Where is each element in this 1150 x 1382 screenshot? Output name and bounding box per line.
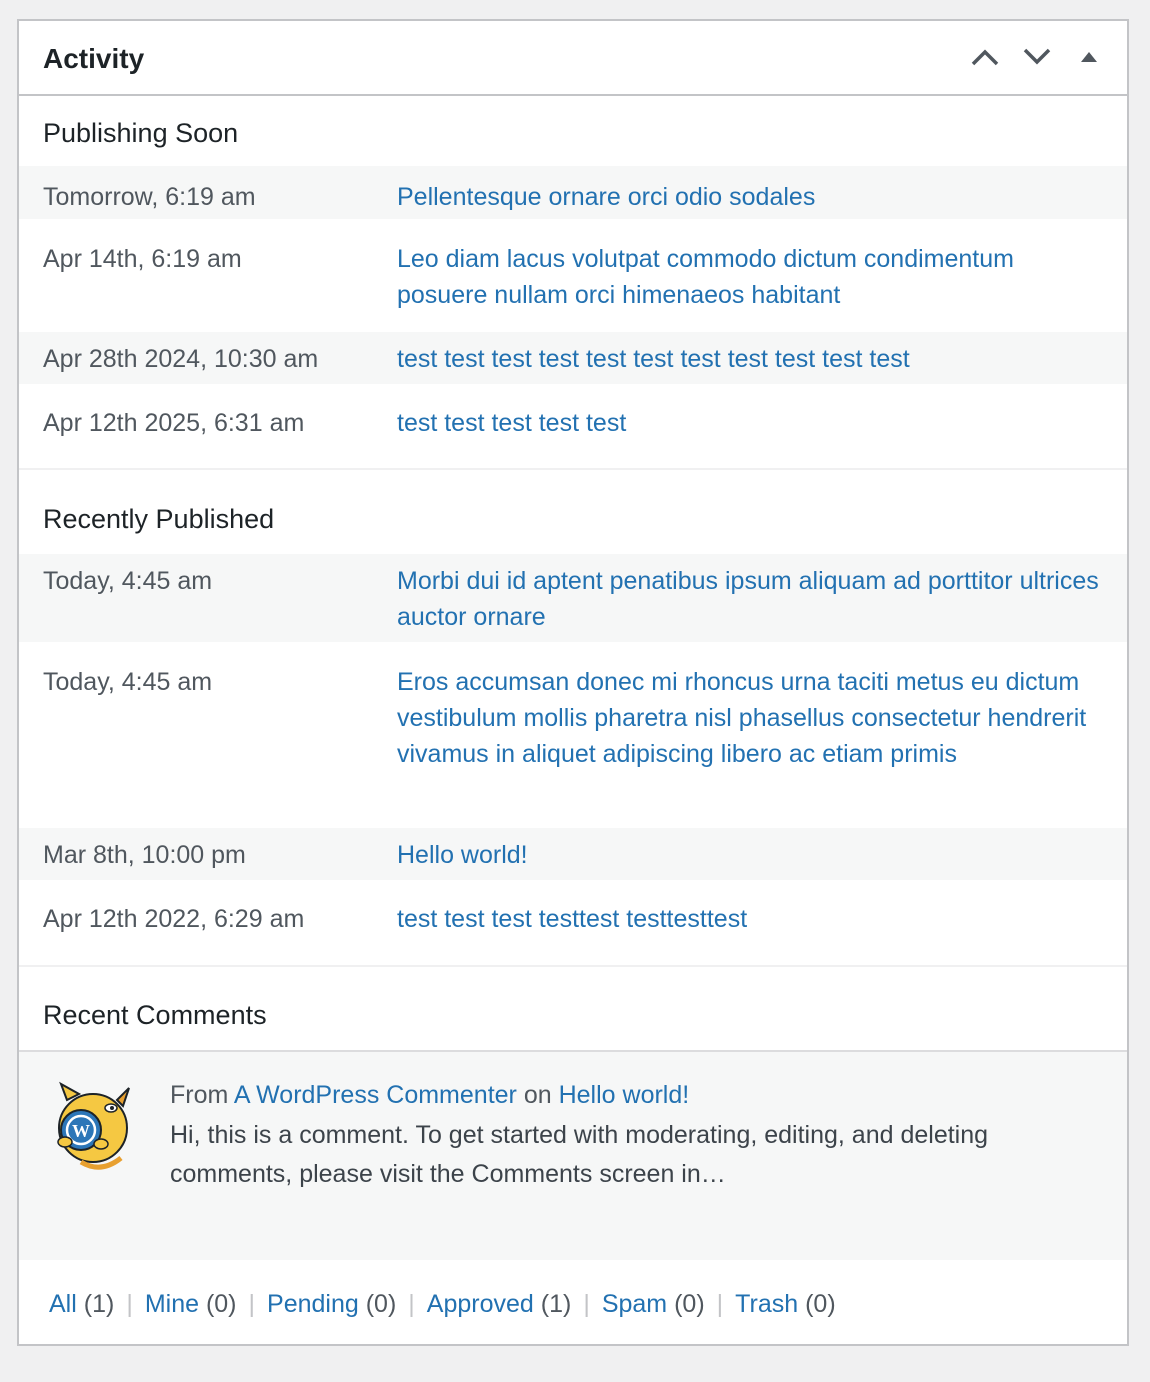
- list-item: Today, 4:45 am Eros accumsan donec mi rh…: [19, 642, 1127, 828]
- widget-actions: [959, 35, 1115, 79]
- list-item: Tomorrow, 6:19 am Pellentesque ornare or…: [19, 166, 1127, 219]
- post-title-link[interactable]: test test test test test: [397, 405, 1127, 468]
- comment-post-link[interactable]: Hello world!: [559, 1081, 690, 1109]
- post-date: Today, 4:45 am: [43, 668, 213, 696]
- recent-comments-section: Recent Comments W From A WordPress Comme…: [19, 967, 1127, 1260]
- post-date: Mar 8th, 10:00 pm: [43, 841, 246, 869]
- recently-published-section: Recently Published Today, 4:45 am Morbi …: [19, 470, 1127, 965]
- post-title-link[interactable]: Hello world!: [397, 837, 1127, 880]
- comment-author-link[interactable]: A WordPress Commenter: [234, 1081, 517, 1109]
- chevron-up-icon: [971, 49, 999, 66]
- recently-published-list: Today, 4:45 am Morbi dui id aptent penat…: [19, 554, 1127, 965]
- activity-widget: Activity Publishing Soon Tomorrow, 6:19 …: [17, 19, 1129, 1346]
- filter-count: (0): [674, 1290, 705, 1318]
- filter-pending-link[interactable]: Pending: [267, 1290, 359, 1318]
- list-item: Apr 14th, 6:19 am Leo diam lacus volutpa…: [19, 219, 1127, 332]
- filter-count: (1): [83, 1290, 115, 1318]
- section-title-recently-published: Recently Published: [43, 504, 275, 534]
- list-item: Apr 12th 2022, 6:29 am test test test te…: [19, 880, 1127, 965]
- svg-text:W: W: [72, 1121, 90, 1141]
- toggle-panel-button[interactable]: [1063, 35, 1115, 79]
- post-title-link[interactable]: Pellentesque ornare orci odio sodales: [397, 179, 1127, 219]
- separator: |: [248, 1290, 256, 1318]
- list-item: Today, 4:45 am Morbi dui id aptent penat…: [19, 554, 1127, 642]
- list-item: Mar 8th, 10:00 pm Hello world!: [19, 828, 1127, 880]
- separator: |: [583, 1290, 590, 1318]
- publishing-soon-section: Publishing Soon Tomorrow, 6:19 am Pellen…: [19, 96, 1127, 468]
- filter-count: (0): [205, 1290, 237, 1318]
- post-date: Apr 28th 2024, 10:30 am: [43, 345, 319, 373]
- filter-count: (0): [805, 1290, 836, 1318]
- filter-trash-link[interactable]: Trash: [735, 1290, 798, 1318]
- separator: |: [716, 1290, 724, 1318]
- list-item: Apr 28th 2024, 10:30 am test test test t…: [19, 332, 1127, 384]
- comment-item: W From A WordPress Commenter on Hello wo…: [19, 1050, 1127, 1260]
- avatar-icon: W: [57, 1081, 130, 1170]
- move-up-button[interactable]: [959, 35, 1011, 79]
- on-label: on: [523, 1081, 552, 1109]
- filter-approved-link[interactable]: Approved: [427, 1290, 534, 1318]
- section-title-recent-comments: Recent Comments: [43, 1000, 267, 1030]
- section-title-publishing-soon: Publishing Soon: [43, 118, 239, 148]
- widget-header: Activity: [19, 21, 1127, 96]
- post-date: Today, 4:45 am: [43, 567, 213, 595]
- filter-all-link[interactable]: All: [49, 1290, 77, 1318]
- move-down-button[interactable]: [1011, 35, 1063, 79]
- post-date: Apr 12th 2025, 6:31 am: [43, 409, 305, 437]
- post-title-link[interactable]: test test test testtest testtesttest: [397, 901, 1127, 965]
- post-title-link[interactable]: Leo diam lacus volutpat commodo dictum c…: [397, 241, 1127, 332]
- filter-spam-link[interactable]: Spam: [602, 1290, 667, 1318]
- filter-mine-link[interactable]: Mine: [145, 1290, 199, 1318]
- widget-title: Activity: [43, 43, 145, 74]
- from-label: From: [170, 1081, 229, 1109]
- filter-count: (0): [365, 1290, 397, 1318]
- post-date: Tomorrow, 6:19 am: [43, 183, 256, 211]
- post-title-link[interactable]: Morbi dui id aptent penatibus ipsum aliq…: [397, 563, 1127, 642]
- post-title-link[interactable]: test test test test test test test test …: [397, 341, 1127, 384]
- post-date: Apr 12th 2022, 6:29 am: [43, 905, 305, 933]
- comment-excerpt: Hi, this is a comment. To get started wi…: [170, 1121, 989, 1188]
- post-title-link[interactable]: Eros accumsan donec mi rhoncus urna taci…: [397, 664, 1127, 828]
- filter-count: (1): [540, 1290, 572, 1318]
- chevron-down-icon: [1023, 48, 1051, 65]
- post-date: Apr 14th, 6:19 am: [43, 245, 242, 273]
- publishing-soon-list: Tomorrow, 6:19 am Pellentesque ornare or…: [19, 166, 1127, 468]
- triangle-up-icon: [1081, 52, 1097, 62]
- list-item: Apr 12th 2025, 6:31 am test test test te…: [19, 384, 1127, 468]
- comment-filter-links: All (1) | Mine (0) | Pending (0) | Approved (1…: [49, 1287, 836, 1321]
- separator: |: [408, 1290, 415, 1318]
- comment-meta: From A WordPress Commenter on Hello worl…: [170, 1077, 689, 1113]
- separator: |: [126, 1290, 133, 1318]
